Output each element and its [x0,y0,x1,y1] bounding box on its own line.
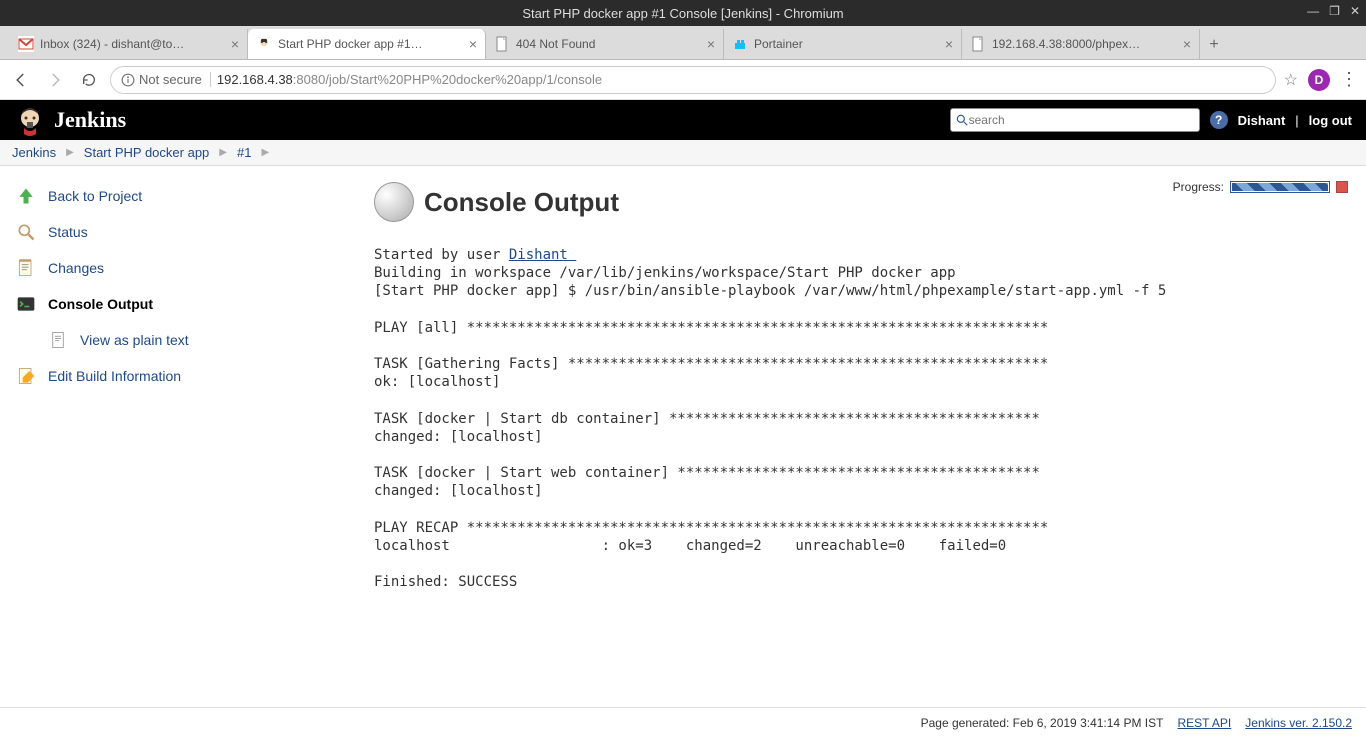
close-icon[interactable]: × [945,36,953,52]
document-icon [46,328,70,352]
chevron-right-icon: ▶ [66,147,74,158]
tab-jenkins[interactable]: Start PHP docker app #1… × [248,29,486,59]
close-window-icon[interactable]: ✕ [1350,4,1360,18]
tab-title: Portainer [754,37,941,51]
build-status-ball-icon [374,182,414,222]
crumb-build[interactable]: #1 [237,145,251,160]
new-tab-button[interactable]: + [1200,31,1228,59]
back-button[interactable] [8,67,34,93]
header-right: ? Dishant | log out [950,108,1352,132]
search-box[interactable] [950,108,1200,132]
window-controls: — ❐ ✕ [1307,4,1360,18]
terminal-icon [14,292,38,316]
browser-tabstrip: Inbox (324) - dishant@to… × Start PHP do… [0,26,1366,60]
not-secure-label: Not secure [139,72,202,87]
search-input[interactable] [969,113,1195,127]
sidebar-label: Console Output [48,296,153,312]
up-arrow-icon [14,184,38,208]
help-icon[interactable]: ? [1210,111,1228,129]
sidebar-changes[interactable]: Changes [14,250,350,286]
window-titlebar: Start PHP docker app #1 Console [Jenkins… [0,0,1366,26]
version-link[interactable]: Jenkins ver. 2.150.2 [1245,716,1352,730]
user-link[interactable]: Dishant [1238,113,1286,128]
console-log-body: Building in workspace /var/lib/jenkins/w… [374,265,1166,590]
progress-bar [1230,181,1330,193]
notepad-icon [14,256,38,280]
user-link[interactable]: Dishant [509,247,576,263]
tab-title: Inbox (324) - dishant@to… [40,37,227,51]
sidebar-label: Changes [48,260,104,276]
sidebar-label: Edit Build Information [48,368,181,384]
page-generated-text: Page generated: Feb 6, 2019 3:41:14 PM I… [921,716,1164,730]
crumb-jenkins[interactable]: Jenkins [12,145,56,160]
console-log: Started by user Dishant Building in work… [374,246,1346,592]
minimize-icon[interactable]: — [1307,4,1319,18]
separator: | [1295,113,1298,128]
jenkins-icon [256,36,272,52]
profile-avatar[interactable]: D [1308,69,1330,91]
security-badge[interactable]: Not secure [121,72,211,87]
sidebar-label: Back to Project [48,188,142,204]
notepad-edit-icon [14,364,38,388]
close-icon[interactable]: × [231,36,239,52]
progress-indicator: Progress: [1173,180,1348,194]
footer: Page generated: Feb 6, 2019 3:41:14 PM I… [0,707,1366,737]
maximize-icon[interactable]: ❐ [1329,4,1340,18]
page-icon [970,36,986,52]
tab-portainer[interactable]: Portainer × [724,29,962,59]
sidebar-view-plain-text[interactable]: View as plain text [14,322,350,358]
sidebar-console-output[interactable]: Console Output [14,286,350,322]
browser-addressbar: Not secure 192.168.4.38:8080/job/Start%2… [0,60,1366,100]
sidebar-label: View as plain text [80,332,189,348]
close-icon[interactable]: × [707,36,715,52]
info-icon [121,73,135,87]
tab-title: Start PHP docker app #1… [278,37,465,51]
tab-404[interactable]: 404 Not Found × [486,29,724,59]
tab-title: 192.168.4.38:8000/phpex… [992,37,1179,51]
close-icon[interactable]: × [1183,36,1191,52]
addressbar-right: ☆ D ⋮ [1284,69,1358,91]
stop-build-button[interactable] [1336,181,1348,193]
rest-api-link[interactable]: REST API [1177,716,1231,730]
chevron-right-icon: ▶ [219,147,227,158]
sidebar-label: Status [48,224,88,240]
gmail-icon [18,36,34,52]
jenkins-logo-area[interactable]: Jenkins [14,104,126,136]
window-title: Start PHP docker app #1 Console [Jenkins… [522,6,843,21]
jenkins-header: Jenkins ? Dishant | log out [0,100,1366,140]
page-title: Console Output [424,187,619,218]
sidebar-status[interactable]: Status [14,214,350,250]
search-icon [955,113,969,127]
reload-button[interactable] [76,67,102,93]
page-icon [494,36,510,52]
main-area: Back to Project Status Changes Console O… [0,166,1366,602]
breadcrumb: Jenkins ▶ Start PHP docker app ▶ #1 ▶ [0,140,1366,166]
forward-button[interactable] [42,67,68,93]
tab-phpex[interactable]: 192.168.4.38:8000/phpex… × [962,29,1200,59]
address-field[interactable]: Not secure 192.168.4.38:8080/job/Start%2… [110,66,1276,94]
sidebar: Back to Project Status Changes Console O… [0,166,350,602]
url-text: 192.168.4.38:8080/job/Start%20PHP%20dock… [217,72,602,87]
sidebar-edit-build-info[interactable]: Edit Build Information [14,358,350,394]
content-area: Progress: Console Output Started by user… [350,166,1366,602]
crumb-job[interactable]: Start PHP docker app [84,145,210,160]
search-icon [14,220,38,244]
jenkins-logo-text: Jenkins [54,107,126,133]
close-icon[interactable]: × [469,36,477,52]
chevron-right-icon: ▶ [261,147,269,158]
logout-link[interactable]: log out [1309,113,1352,128]
portainer-icon [732,36,748,52]
jenkins-logo-icon [14,104,46,136]
bookmark-star-icon[interactable]: ☆ [1284,70,1298,90]
tab-gmail[interactable]: Inbox (324) - dishant@to… × [10,29,248,59]
tab-title: 404 Not Found [516,37,703,51]
sidebar-back-to-project[interactable]: Back to Project [14,178,350,214]
browser-menu-icon[interactable]: ⋮ [1340,69,1358,90]
progress-label: Progress: [1173,180,1224,194]
